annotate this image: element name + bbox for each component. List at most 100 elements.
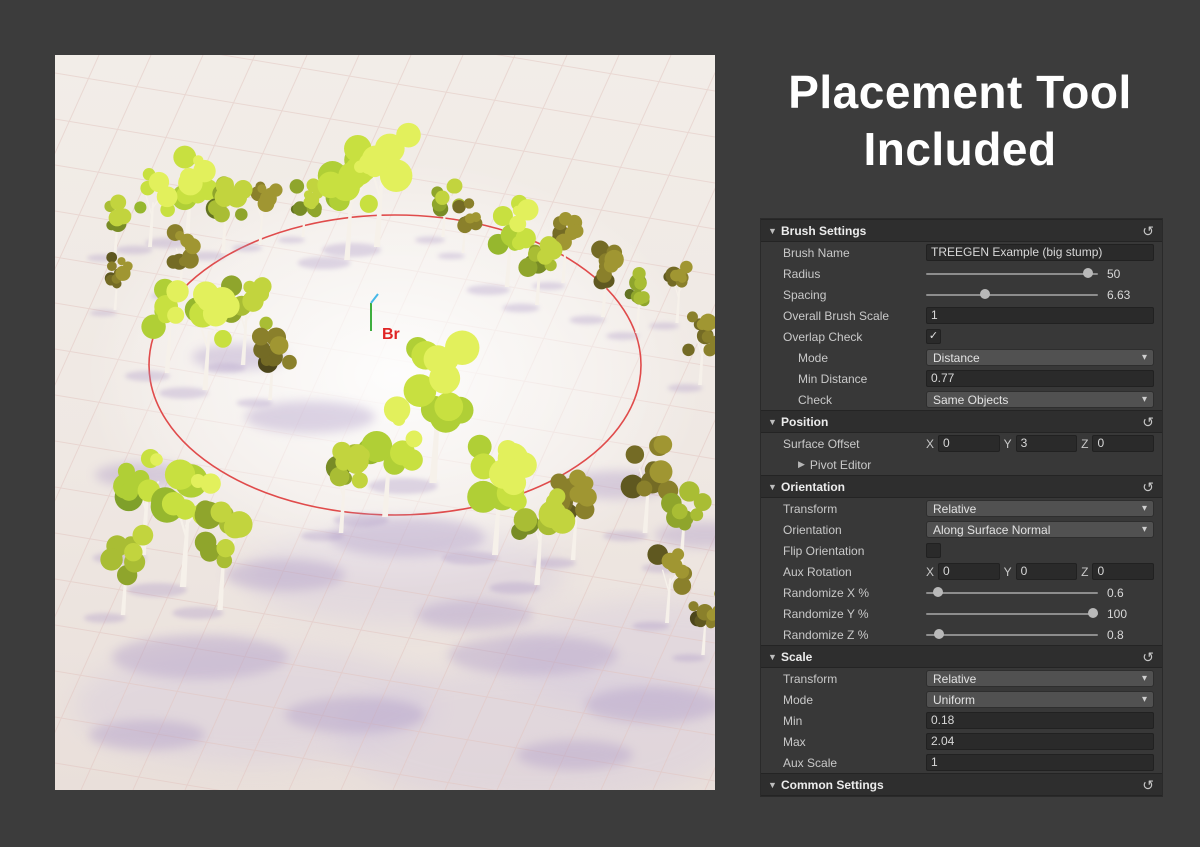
mode-dropdown[interactable]: Uniform ▾	[926, 691, 1154, 708]
section-header-common-settings[interactable]: ▼ Common Settings ↺	[761, 773, 1162, 796]
foldout-label: Pivot Editor	[809, 457, 872, 472]
row-label: Check	[798, 392, 833, 407]
foldout-open-icon[interactable]: ▼	[768, 417, 781, 427]
row-mode: Mode Uniform ▾	[761, 689, 1162, 710]
row-label: Flip Orientation	[783, 543, 865, 558]
slider-track[interactable]	[926, 613, 1098, 615]
orientation-dropdown[interactable]: Along Surface Normal ▾	[926, 521, 1154, 538]
section-title: Orientation	[781, 479, 846, 494]
row-label: Randomize Z %	[783, 627, 869, 642]
randomize-x-slider[interactable]	[926, 584, 1098, 601]
brush-name-field[interactable]: TREEGEN Example (big stump)	[926, 244, 1154, 261]
reset-icon[interactable]: ↺	[1142, 650, 1154, 664]
min-field[interactable]: 0.18	[926, 712, 1154, 729]
chevron-down-icon: ▾	[1141, 673, 1147, 684]
slider-track[interactable]	[926, 294, 1098, 296]
dropdown-value: Relative	[933, 501, 977, 516]
surface-offset-z-field[interactable]: 0	[1092, 435, 1155, 452]
spacing-value: 6.63	[1107, 287, 1131, 302]
row-min-distance: Min Distance 0.77	[761, 368, 1162, 389]
flip-orientation-checkbox[interactable]	[926, 543, 941, 558]
row-label: Min	[783, 713, 803, 728]
overall-brush-scale-field[interactable]: 1	[926, 307, 1154, 324]
row-overlap-check: Overlap Check ✓	[761, 326, 1162, 347]
section-title: Common Settings	[781, 777, 884, 792]
slider-track[interactable]	[926, 634, 1098, 636]
foldout-open-icon[interactable]: ▼	[768, 482, 781, 492]
page-title: Placement Tool Included	[755, 64, 1165, 178]
foldout-closed-icon[interactable]: ▶	[798, 459, 805, 470]
randomize-z-slider[interactable]	[926, 626, 1098, 643]
reset-icon[interactable]: ↺	[1142, 778, 1154, 792]
slider-knob[interactable]	[932, 587, 943, 597]
scene-svg: Br	[55, 55, 715, 790]
reset-icon[interactable]: ↺	[1142, 415, 1154, 429]
row-orientation: Orientation Along Surface Normal ▾	[761, 519, 1162, 540]
reset-icon[interactable]: ↺	[1142, 224, 1154, 238]
chevron-down-icon: ▾	[1141, 524, 1147, 535]
chevron-down-icon: ▾	[1141, 694, 1147, 705]
surface-offset-x-field[interactable]: 0	[938, 435, 1000, 452]
slider-knob[interactable]	[1088, 608, 1098, 618]
section-title: Position	[781, 414, 829, 429]
row-label: Mode	[783, 692, 814, 707]
randomize-y-slider[interactable]	[926, 605, 1098, 622]
transform-dropdown[interactable]: Relative ▾	[926, 500, 1154, 517]
row-mode: Mode Distance ▾	[761, 347, 1162, 368]
foldout-open-icon[interactable]: ▼	[768, 780, 781, 790]
dropdown-value: Relative	[933, 671, 977, 686]
reset-icon[interactable]: ↺	[1142, 480, 1154, 494]
row-overall-brush-scale: Overall Brush Scale 1	[761, 305, 1162, 326]
min-distance-field[interactable]: 0.77	[926, 370, 1154, 387]
section-header-brush-settings[interactable]: ▼ Brush Settings ↺	[761, 219, 1162, 242]
row-randomize-z: Randomize Z % 0.8	[761, 624, 1162, 645]
page: Br Placement Tool Included ▼ Brush Settin…	[0, 0, 1200, 847]
surface-offset-y-field[interactable]: 3	[1015, 435, 1078, 452]
slider-track[interactable]	[926, 592, 1098, 594]
dropdown-value: Same Objects	[933, 392, 1009, 407]
randomize-z-value: 0.8	[1107, 627, 1124, 642]
overlap-check-checkbox[interactable]: ✓	[926, 329, 941, 344]
slider-track[interactable]	[926, 273, 1098, 275]
section-title: Brush Settings	[781, 223, 867, 238]
slider-knob[interactable]	[1082, 268, 1093, 278]
foldout-open-icon[interactable]: ▼	[768, 226, 781, 236]
row-check: Check Same Objects ▾	[761, 389, 1162, 410]
row-randomize-y: Randomize Y % 100	[761, 603, 1162, 624]
row-transform: Transform Relative ▾	[761, 498, 1162, 519]
chevron-down-icon: ▾	[1141, 503, 1147, 514]
row-label: Aux Rotation	[783, 564, 852, 579]
randomize-y-value: 100	[1107, 606, 1128, 621]
slider-knob[interactable]	[933, 629, 944, 639]
transform-dropdown[interactable]: Relative ▾	[926, 670, 1154, 687]
row-surface-offset: Surface Offset X 0 Y 3 Z 0	[761, 433, 1162, 454]
viewport[interactable]: Br	[55, 55, 715, 790]
check-icon: ✓	[928, 330, 939, 342]
spacing-slider[interactable]	[926, 286, 1098, 303]
title-line-2: Included	[863, 123, 1057, 176]
foldout-open-icon[interactable]: ▼	[768, 652, 781, 662]
aux-rotation-y-field[interactable]: 0	[1015, 563, 1078, 580]
aux-rotation-z-field[interactable]: 0	[1092, 563, 1155, 580]
aux-rotation-x-field[interactable]: 0	[938, 563, 1000, 580]
max-field[interactable]: 2.04	[926, 733, 1154, 750]
mode-dropdown[interactable]: Distance ▾	[926, 349, 1154, 366]
axis-label: Y	[1003, 564, 1012, 579]
section-header-scale[interactable]: ▼ Scale ↺	[761, 645, 1162, 668]
slider-knob[interactable]	[979, 289, 990, 299]
row-transform: Transform Relative ▾	[761, 668, 1162, 689]
row-label: Orientation	[783, 522, 842, 537]
foldout-pivot-editor[interactable]: ▶ Pivot Editor	[761, 454, 1162, 475]
row-label: Transform	[783, 671, 838, 686]
title-line-1: Placement Tool	[788, 66, 1132, 118]
radius-slider[interactable]	[926, 265, 1098, 282]
aux-scale-field[interactable]: 1	[926, 754, 1154, 771]
dropdown-value: Uniform	[933, 692, 976, 707]
section-header-position[interactable]: ▼ Position ↺	[761, 410, 1162, 433]
row-label: Randomize X %	[783, 585, 870, 600]
dropdown-value: Distance	[933, 350, 980, 365]
row-randomize-x: Randomize X % 0.6	[761, 582, 1162, 603]
check-dropdown[interactable]: Same Objects ▾	[926, 391, 1154, 408]
section-header-orientation[interactable]: ▼ Orientation ↺	[761, 475, 1162, 498]
randomize-x-value: 0.6	[1107, 585, 1124, 600]
